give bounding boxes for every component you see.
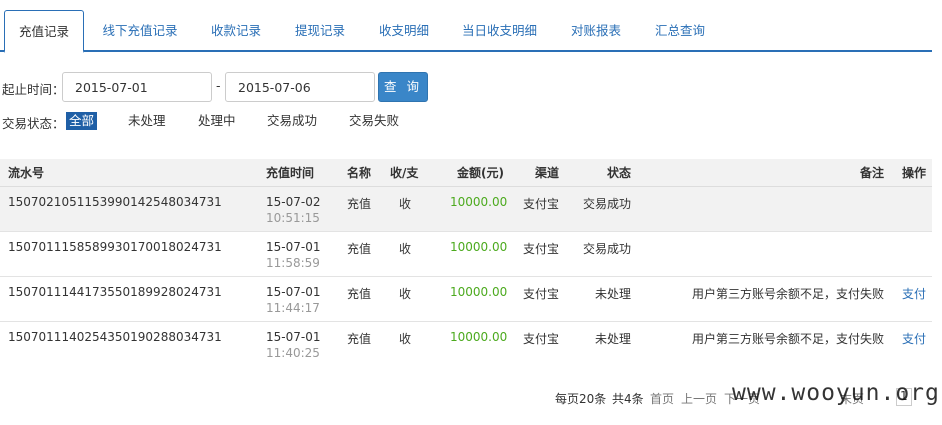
tab-income-expense-detail[interactable]: 收支明细 [368, 10, 440, 52]
cell-channel: 支付宝 [523, 197, 560, 211]
watermark: www.wooyun.org [732, 380, 940, 406]
cell-date: 15-07-02 [266, 195, 321, 209]
cell-time: 11:40:25 [266, 346, 320, 360]
first-page-link[interactable]: 首页 [650, 390, 674, 407]
cell-direction: 收 [399, 332, 412, 346]
cell-amount: 10000.00 [450, 240, 508, 254]
header-recharge-time: 充值时间 [266, 166, 315, 180]
header-channel: 渠道 [535, 166, 560, 180]
table-row: 150701114025435019028803473​1 15-07-01 1… [0, 322, 932, 367]
tab-summary-query[interactable]: 汇总查询 [644, 10, 716, 52]
date-separator: - [216, 78, 221, 93]
status-option-success[interactable]: 交易成功 [267, 112, 317, 130]
status-filter-row: 交易状态： 全部 未处理 处理中 交易成功 交易失败 [0, 112, 942, 132]
header-direction: 收/支 [390, 166, 419, 180]
tab-withdraw-records[interactable]: 提现记录 [284, 10, 356, 52]
cell-date: 15-07-01 [266, 330, 321, 344]
cell-amount: 10000.00 [450, 285, 508, 299]
header-name: 名称 [347, 166, 372, 180]
status-filter-label: 交易状态： [2, 116, 65, 131]
cell-date: 15-07-01 [266, 285, 321, 299]
per-page-text: 每页20条 [555, 392, 607, 406]
cell-channel: 支付宝 [523, 287, 560, 301]
header-status: 状态 [607, 166, 632, 180]
cell-remark: 用户第三方账号余额不足，支付失败 [692, 287, 885, 301]
cell-name: 充值 [347, 197, 372, 211]
cell-time: 11:58:59 [266, 256, 320, 270]
cell-name: 充值 [347, 287, 372, 301]
prev-page-link[interactable]: 上一页 [681, 390, 717, 407]
cell-serial: 150702105115399014254803473​1 [8, 195, 222, 209]
total-count-text: 共4条 [612, 392, 644, 406]
query-button[interactable]: 查 询 [378, 72, 428, 102]
header-amount: 金额(元) [457, 166, 504, 180]
cell-name: 充值 [347, 242, 372, 256]
start-date-input[interactable] [62, 72, 212, 102]
cell-channel: 支付宝 [523, 332, 560, 346]
status-option-failed[interactable]: 交易失败 [349, 112, 399, 130]
cell-serial: 150701115858993017001802473​1 [8, 240, 222, 254]
cell-serial: 150701114417355018992802473​1 [8, 285, 222, 299]
cell-serial: 150701114025435019028803473​1 [8, 330, 222, 344]
cell-direction: 收 [399, 287, 412, 301]
cell-status: 未处理 [595, 287, 632, 301]
cell-status: 交易成功 [583, 197, 632, 211]
cell-channel: 支付宝 [523, 242, 560, 256]
header-serial: 流水号 [8, 166, 45, 180]
pay-link[interactable]: 支付 [902, 330, 926, 347]
tab-daily-income-expense[interactable]: 当日收支明细 [452, 10, 547, 52]
status-option-all[interactable]: 全部 [66, 112, 98, 130]
tab-offline-recharge-records[interactable]: 线下充值记录 [93, 10, 187, 52]
date-filter-row: 起止时间： - 查 询 [0, 70, 942, 104]
end-date-input[interactable] [225, 72, 375, 102]
cell-status: 交易成功 [583, 242, 632, 256]
table-row: 150701114417355018992802473​1 15-07-01 1… [0, 277, 932, 322]
cell-time: 10:51:15 [266, 211, 320, 225]
table-row: 150702105115399014254803473​1 15-07-02 1… [0, 187, 932, 232]
tab-recharge-records[interactable]: 充值记录 [4, 10, 84, 53]
header-remark: 备注 [860, 166, 885, 180]
pay-link[interactable]: 支付 [902, 285, 926, 302]
table-row: 150701115858993017001802473​1 15-07-01 1… [0, 232, 932, 277]
tab-reconciliation-report[interactable]: 对账报表 [560, 10, 632, 52]
cell-date: 15-07-01 [266, 240, 321, 254]
cell-remark: 用户第三方账号余额不足，支付失败 [692, 332, 885, 346]
tab-bar: 充值记录 线下充值记录 收款记录 提现记录 收支明细 当日收支明细 对账报表 汇… [0, 0, 932, 53]
status-option-processing[interactable]: 处理中 [198, 112, 236, 130]
header-action: 操作 [902, 166, 927, 180]
cell-name: 充值 [347, 332, 372, 346]
tab-receipt-records[interactable]: 收款记录 [200, 10, 272, 52]
date-range-label: 起止时间： [2, 82, 65, 97]
cell-amount: 10000.00 [450, 330, 508, 344]
cell-amount: 10000.00 [450, 195, 508, 209]
cell-status: 未处理 [595, 332, 632, 346]
cell-time: 11:44:17 [266, 301, 320, 315]
status-option-unprocessed[interactable]: 未处理 [128, 112, 166, 130]
cell-direction: 收 [399, 197, 412, 211]
cell-direction: 收 [399, 242, 412, 256]
table-header: 流水号 充值时间 名称 收/支 金额(元) 渠道 状态 备注 操作 [0, 159, 932, 187]
